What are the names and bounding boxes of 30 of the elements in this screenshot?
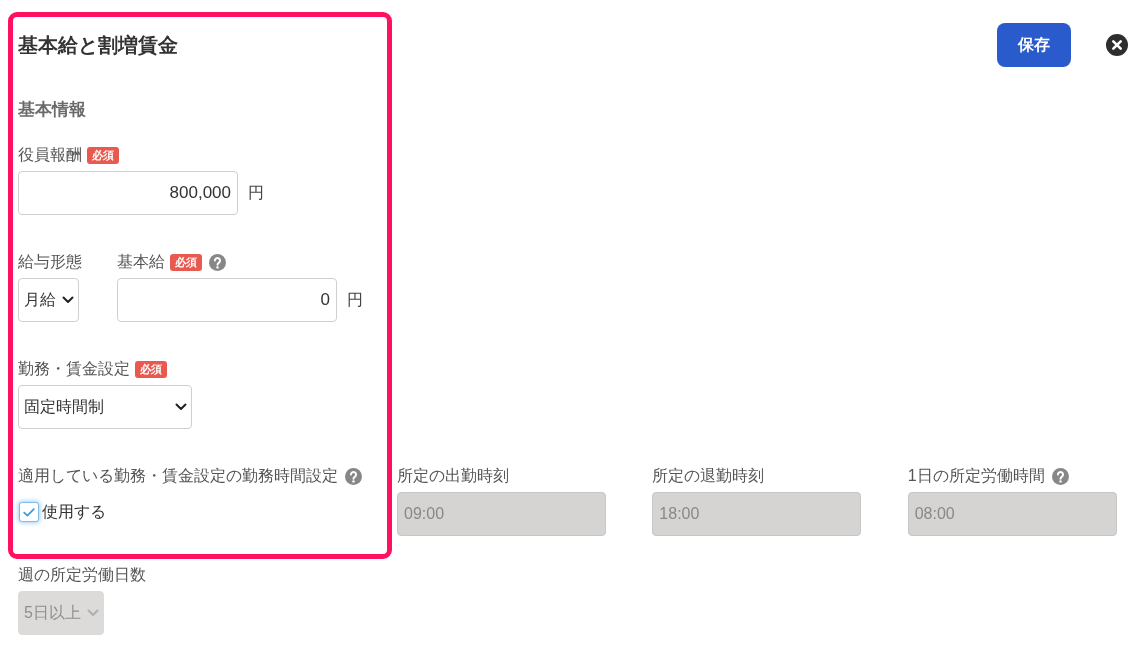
check-icon [23, 507, 35, 517]
chevron-icon [62, 296, 74, 304]
unit-label: 円 [248, 182, 264, 203]
field-label: 勤務・賃金設定 [18, 359, 130, 379]
chevron-icon [86, 609, 99, 617]
field-label: 役員報酬 [18, 145, 82, 165]
required-badge: 必須 [87, 146, 119, 164]
checkbox-label: 使用する [42, 502, 106, 522]
chevron-icon [175, 403, 187, 411]
field-label: 週の所定労働日数 [18, 565, 146, 585]
field-label: 所定の退勤時刻 [652, 466, 765, 486]
required-badge: 必須 [135, 360, 167, 378]
help-icon[interactable] [209, 253, 226, 271]
amount-input[interactable]: 800,000 [18, 171, 238, 215]
field-label: 給与形態 [18, 252, 82, 272]
field-label: 基本給 [117, 252, 165, 272]
field-label: 適用している勤務・賃金設定の勤務時間設定 [18, 466, 338, 486]
dropdown-field[interactable]: 月給 [18, 278, 79, 322]
save-button[interactable]: 保存 [997, 23, 1071, 67]
close-icon[interactable] [1106, 34, 1128, 56]
unit-label: 円 [347, 289, 363, 310]
required-badge: 必須 [170, 253, 202, 271]
section-heading: 基本情報 [18, 99, 86, 121]
field-label: 1日の所定労働時間 [907, 466, 1045, 486]
checkbox[interactable] [19, 502, 39, 522]
field-label: 所定の出勤時刻 [397, 466, 509, 486]
dropdown-field[interactable]: 固定時間制 [18, 385, 192, 429]
page-title: 基本給と割増賃金 [18, 33, 178, 58]
amount-input[interactable]: 0 [117, 278, 337, 322]
help-icon[interactable] [345, 467, 362, 485]
